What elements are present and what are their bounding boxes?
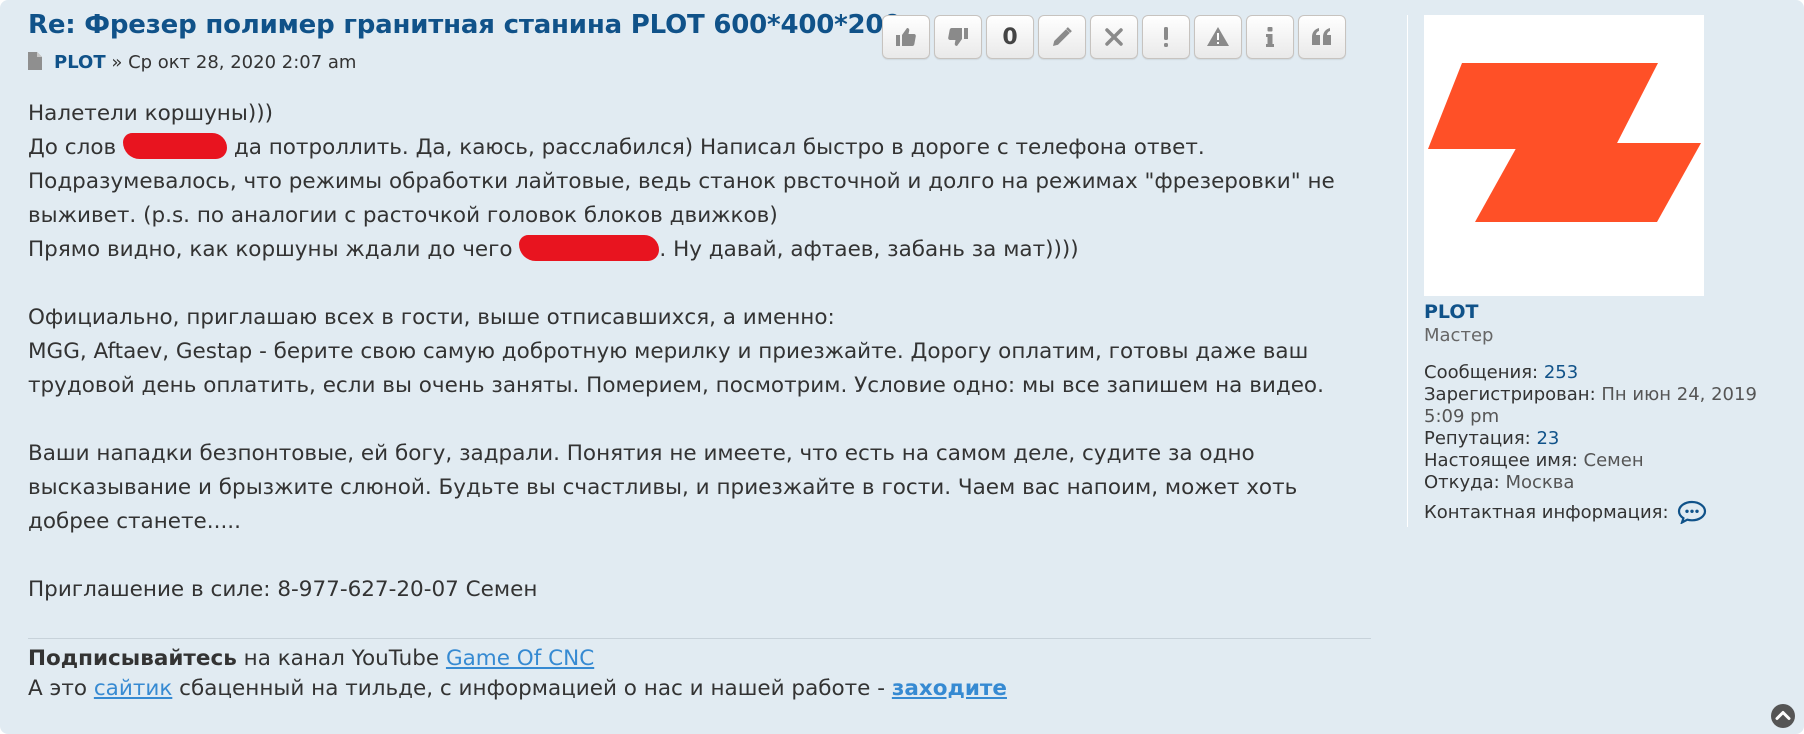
profile-from: Откуда: Москва <box>1424 472 1757 494</box>
post-title[interactable]: Re: Фрезер полимер гранитная станина PLO… <box>28 10 901 40</box>
profile-panel: PLOT Мастер Сообщения: 253 Зарегистриров… <box>1424 300 1757 525</box>
profile-contact: Контактная информация: <box>1424 500 1757 525</box>
date-separator: » <box>105 52 129 73</box>
report-button[interactable] <box>1142 15 1190 59</box>
report-icon <box>1164 27 1168 47</box>
profile-reputation: Репутация: 23 <box>1424 428 1757 450</box>
posts-count-link[interactable]: 253 <box>1544 362 1578 383</box>
delete-icon <box>1105 28 1123 46</box>
label: Зарегистрирован: <box>1424 384 1596 405</box>
post-container: Re: Фрезер полимер гранитная станина PLO… <box>0 0 1804 734</box>
post-content: Налетели коршуны))) До слов да потроллит… <box>28 97 1368 641</box>
quote-button[interactable] <box>1298 15 1346 59</box>
text-fragment: да потроллить. Да, каюсь, расслабился) Н… <box>227 135 1205 160</box>
edit-icon <box>1053 27 1072 46</box>
label: Контактная информация: <box>1424 502 1669 523</box>
dislike-button[interactable] <box>934 15 982 59</box>
text-line: MGG, Aftaev, Gestap - берите свою самую … <box>28 339 1309 364</box>
post-file-icon <box>28 52 42 70</box>
author-link[interactable]: PLOT <box>54 52 106 73</box>
text-line: Ваши нападки безпонтовые, ей богу, задра… <box>28 441 1255 466</box>
signature-text: А это <box>28 676 94 701</box>
text-fragment: До слов <box>28 135 124 160</box>
text-fragment: . Ну давай, афтаев, забань за мат)))) <box>659 237 1079 262</box>
back-to-top-button[interactable] <box>1770 703 1796 729</box>
profile-username[interactable]: PLOT <box>1424 300 1757 324</box>
site-link[interactable]: сайтик <box>94 676 172 701</box>
youtube-channel-link[interactable]: Game Of CNC <box>446 646 594 671</box>
label: Сообщения: <box>1424 362 1539 383</box>
chevron-up-circle-icon <box>1771 704 1795 728</box>
signature-bold: Подписывайтесь <box>28 646 237 671</box>
profile-rank: Мастер <box>1424 325 1494 346</box>
text-line: Подразумевалось, что режимы обработки ла… <box>28 169 1335 194</box>
profile-realname: Настоящее имя: Семен <box>1424 450 1757 472</box>
realname-value: Семен <box>1583 450 1644 471</box>
quote-icon <box>1312 28 1331 45</box>
profile-registered-time: 5:09 pm <box>1424 406 1500 427</box>
signature-divider <box>28 638 1371 639</box>
post-date: Ср окт 28, 2020 2:07 am <box>128 52 357 73</box>
avatar[interactable] <box>1424 15 1704 296</box>
vote-count-button[interactable]: 0 <box>986 15 1034 59</box>
edit-button[interactable] <box>1038 15 1086 59</box>
signature-line-2: А это сайтик сбаценный на тильде, с инфо… <box>28 674 1007 704</box>
plot-logo-icon <box>1428 63 1701 222</box>
text-line: Прямо видно, как коршуны ждали до чего .… <box>28 233 1368 267</box>
like-button[interactable] <box>882 15 930 59</box>
redaction-scribble <box>519 235 660 261</box>
text-line: Официально, приглашаю всех в гости, выше… <box>28 305 835 330</box>
paragraph-2: Официально, приглашаю всех в гости, выше… <box>28 301 1368 403</box>
label: Откуда: <box>1424 472 1500 493</box>
text-line: До слов да потроллить. Да, каюсь, рассла… <box>28 131 1368 165</box>
text-line: выживет. (p.s. по аналогии с расточкой г… <box>28 203 778 228</box>
warn-icon <box>1207 27 1229 46</box>
post-author-line: PLOT » Ср окт 28, 2020 2:07 am <box>28 52 356 73</box>
signature-text: на канал YouTube <box>236 646 446 671</box>
info-button[interactable] <box>1246 15 1294 59</box>
thumbs-up-icon <box>896 28 916 46</box>
reputation-link[interactable]: 23 <box>1536 428 1559 449</box>
text-line: Приглашение в силе: 8-977-627-20-07 Семе… <box>28 577 538 602</box>
signature-line-1: Подписывайтесь на канал YouTube Game Of … <box>28 644 1007 674</box>
label: Настоящее имя: <box>1424 450 1578 471</box>
registered-date: Пн июн 24, 2019 <box>1601 384 1757 405</box>
redaction-scribble <box>123 133 228 159</box>
info-icon <box>1266 27 1274 47</box>
signature-text: сбаценный на тильде, с информацией о нас… <box>172 676 892 701</box>
paragraph-4: Приглашение в силе: 8-977-627-20-07 Семе… <box>28 573 1368 607</box>
text-line: Налетели коршуны))) <box>28 101 273 126</box>
vote-count: 0 <box>1002 24 1018 50</box>
chat-bubble-icon[interactable] <box>1677 500 1707 525</box>
thumbs-down-icon <box>948 28 968 46</box>
warn-button[interactable] <box>1194 15 1242 59</box>
label: Репутация: <box>1424 428 1531 449</box>
text-line: трудовой день оплатить, если вы очень за… <box>28 373 1324 398</box>
profile-divider <box>1407 15 1408 527</box>
profile-registered: Зарегистрирован: Пн июн 24, 2019 <box>1424 384 1757 406</box>
text-line: добрее станете..... <box>28 509 241 534</box>
signature: Подписывайтесь на канал YouTube Game Of … <box>28 644 1007 704</box>
visit-link[interactable]: заходите <box>892 676 1007 701</box>
from-value: Москва <box>1505 472 1575 493</box>
paragraph-1: Налетели коршуны))) До слов да потроллит… <box>28 97 1368 267</box>
text-line: высказывание и брызжите слюной. Будьте в… <box>28 475 1298 500</box>
profile-details: Сообщения: 253 Зарегистрирован: Пн июн 2… <box>1424 362 1757 525</box>
delete-button[interactable] <box>1090 15 1138 59</box>
paragraph-3: Ваши нападки безпонтовые, ей богу, задра… <box>28 437 1368 539</box>
profile-posts: Сообщения: 253 <box>1424 362 1757 384</box>
text-fragment: Прямо видно, как коршуны ждали до чего <box>28 237 520 262</box>
